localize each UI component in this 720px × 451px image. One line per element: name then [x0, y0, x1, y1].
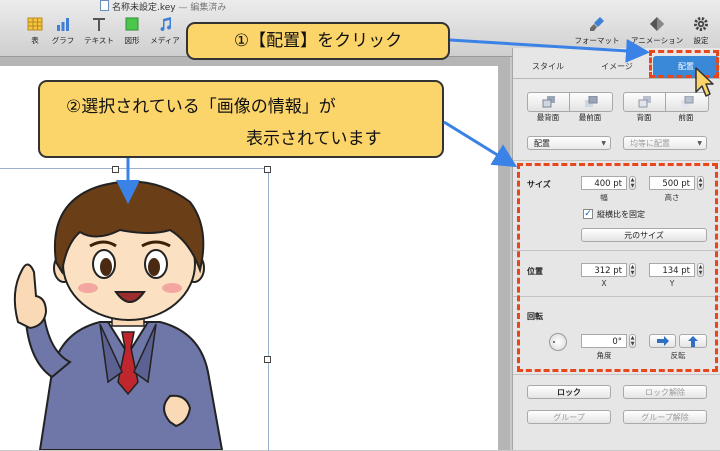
annotation-arrows	[116, 38, 650, 204]
arrow-to-image-info	[443, 120, 518, 168]
arrow-to-arrange-tab	[449, 38, 650, 63]
